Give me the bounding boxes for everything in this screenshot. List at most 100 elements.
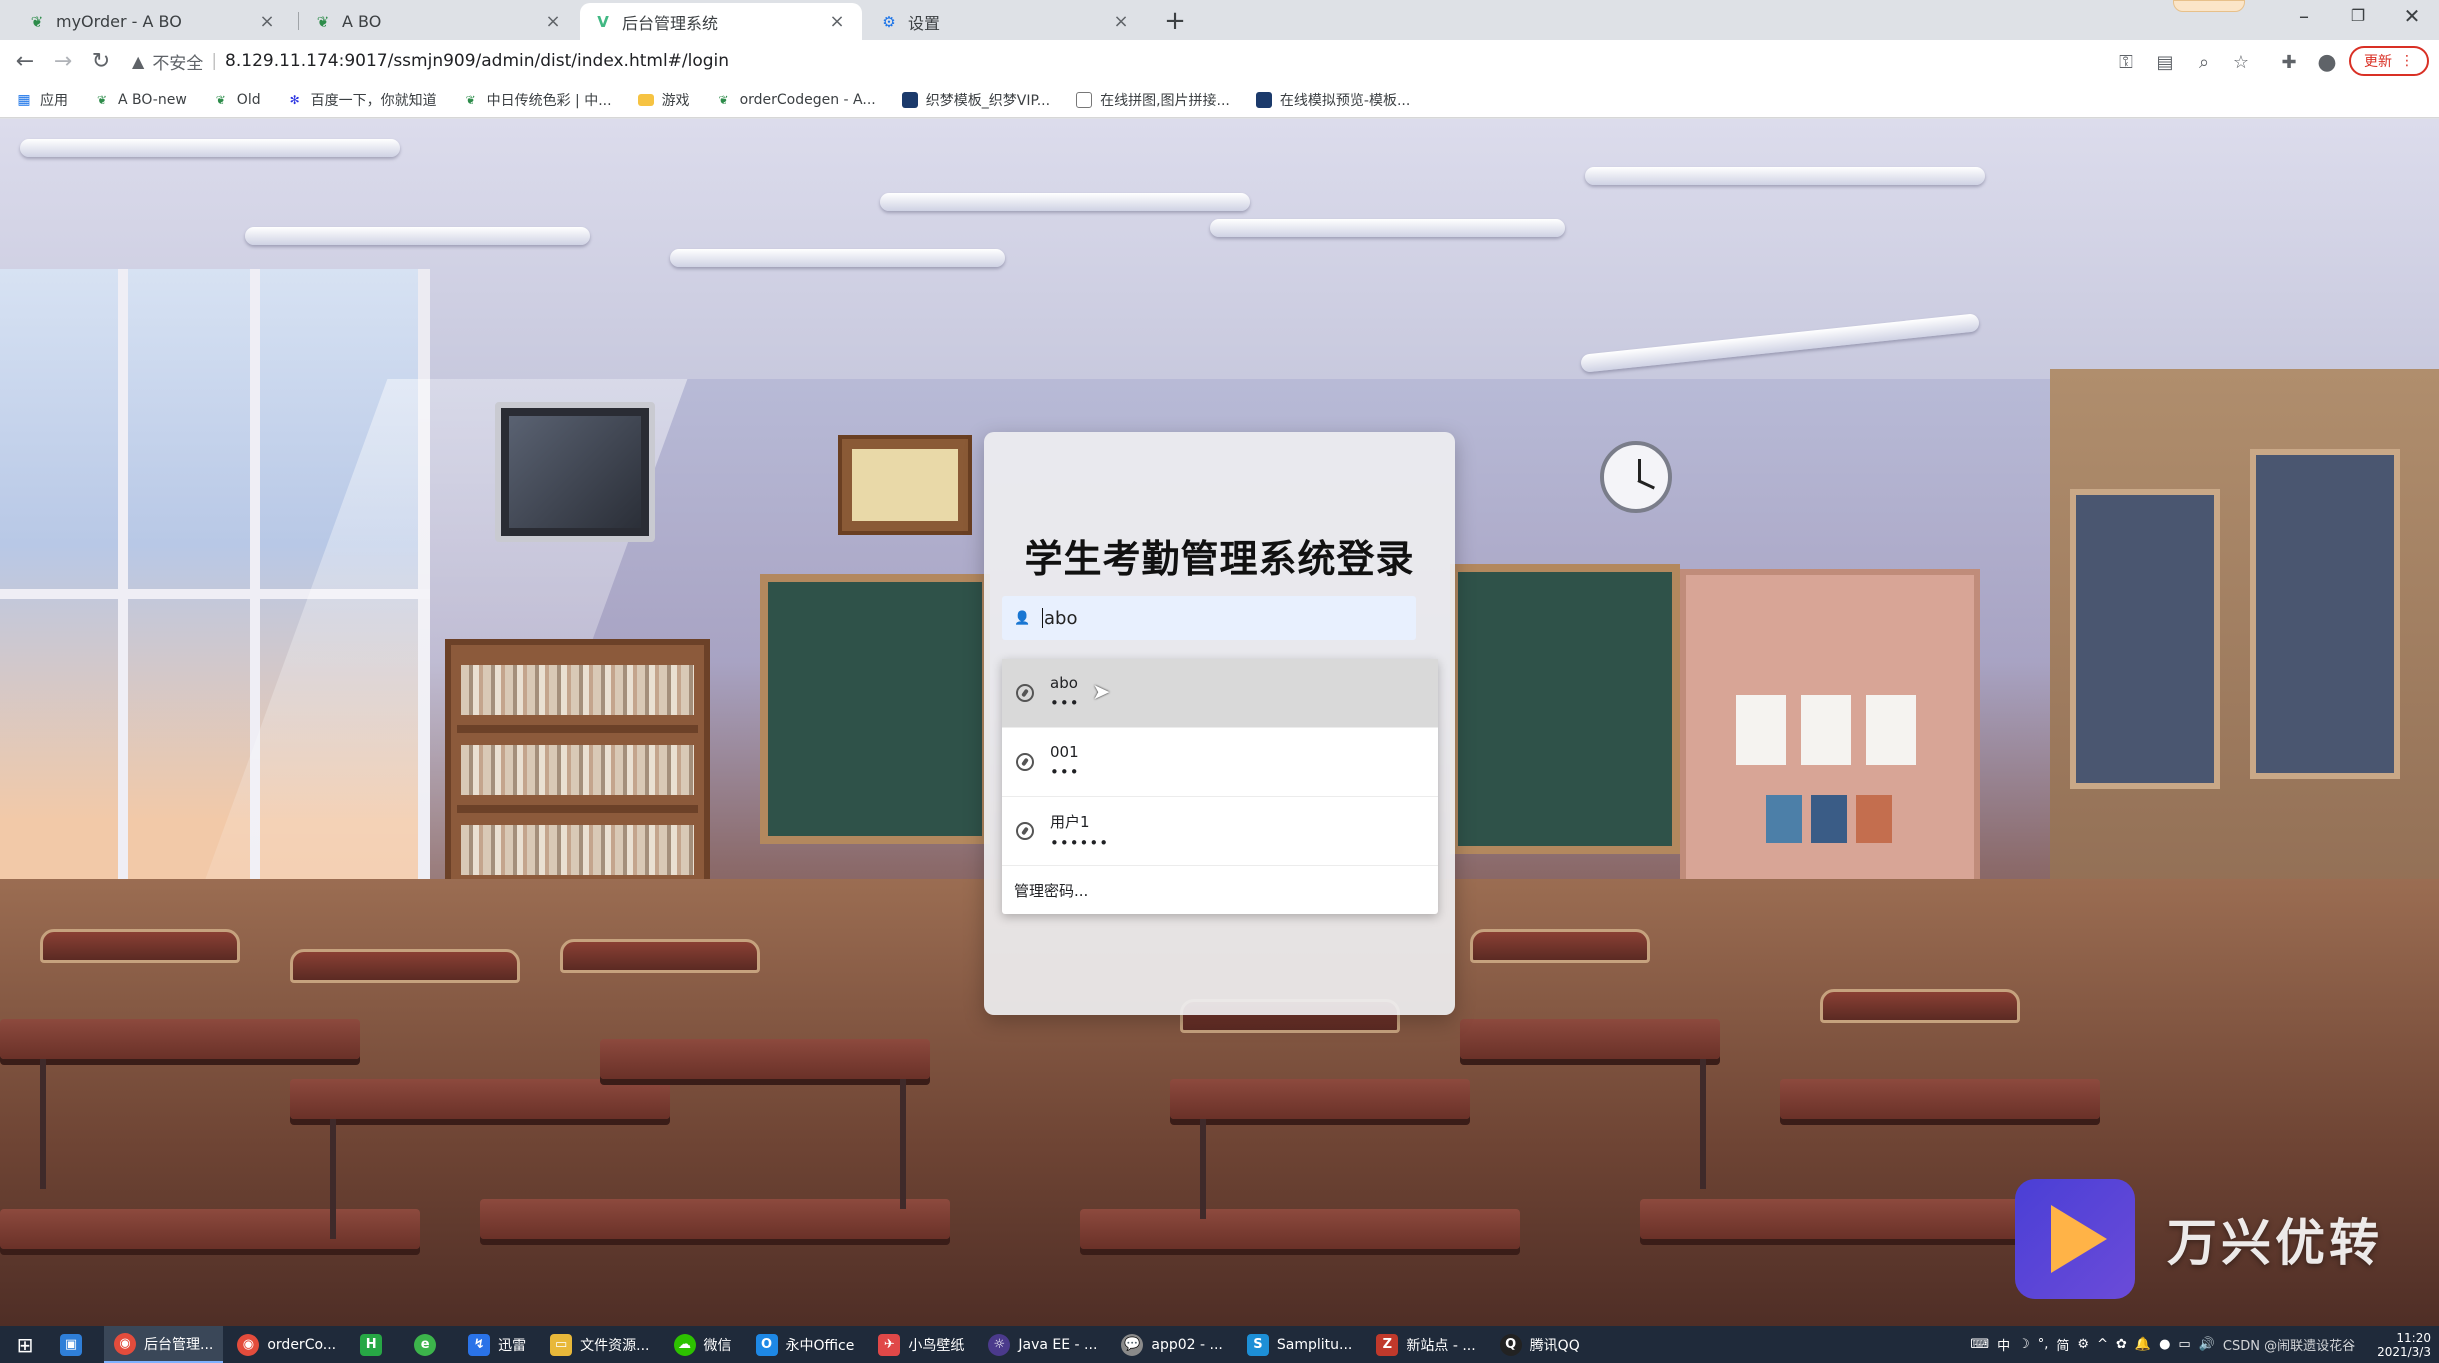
taskbar-item[interactable]: ▭ 文件资源... [540, 1326, 659, 1363]
ceiling-light [245, 227, 590, 245]
tab-strip: ❦ myOrder - A BO × ❦ A BO × V 后台管理系统 × ⚙… [0, 0, 2439, 40]
taskbar-label: 后台管理... [144, 1336, 214, 1353]
folder-icon: ▭ [550, 1333, 573, 1356]
login-title: 学生考勤管理系统登录 [1024, 537, 1415, 581]
taskbar-item[interactable]: 💬 app02 - ... [1111, 1326, 1232, 1363]
taskbar-item[interactable]: e [404, 1326, 454, 1363]
autocomplete-item[interactable]: abo ••• [1002, 659, 1438, 728]
bookmark-ordercodegen[interactable]: ❦ orderCodegen - A... [716, 92, 876, 108]
image-icon [1076, 91, 1093, 108]
update-button[interactable]: 更新 ⋮ [2349, 46, 2429, 76]
bookmark-abo-new[interactable]: ❦ A BO-new [94, 92, 187, 108]
books [461, 665, 694, 715]
close-icon[interactable]: × [826, 11, 848, 32]
forward-icon[interactable]: → [48, 46, 78, 76]
translate-icon[interactable]: ▤ [2152, 49, 2178, 75]
chat-icon: 💬 [1121, 1333, 1144, 1356]
close-icon[interactable]: × [1110, 11, 1132, 32]
tab-settings[interactable]: ⚙ 设置 × [866, 3, 1146, 40]
ime-indicator[interactable]: 中 [1997, 1335, 2010, 1354]
desk [1640, 1199, 2040, 1239]
desk [1170, 1079, 1470, 1119]
restore-icon[interactable]: ❐ [2338, 6, 2378, 25]
autocomplete-item[interactable]: 001 ••• [1002, 728, 1438, 797]
bookmark-baidu[interactable]: ✻ 百度一下，你就知道 [287, 90, 437, 110]
desk [600, 1039, 930, 1079]
taskbar-item[interactable]: O 永中Office [746, 1326, 865, 1363]
desk [1460, 1019, 1720, 1059]
windows-start-icon[interactable]: ⊞ [0, 1326, 50, 1363]
bookmark-preview[interactable]: 在线模拟预览-模板... [1255, 90, 1410, 110]
bookmark-old[interactable]: ❦ Old [213, 92, 261, 108]
apps-grid-icon: ▦ [17, 91, 31, 108]
autocomplete-item[interactable]: 用户1 •••••• [1002, 797, 1438, 866]
taskbar-item[interactable]: ✈ 小鸟壁纸 [868, 1326, 974, 1363]
bookmark-apps[interactable]: ▦ 应用 [16, 90, 68, 110]
bookmark-dedecms[interactable]: 织梦模板_织梦VIP... [901, 90, 1050, 110]
taskbar-item[interactable]: ☼ Java EE - ... [978, 1326, 1107, 1363]
clock-date: 2021/3/3 [2377, 1344, 2431, 1359]
chevron-up-icon[interactable]: ^ [2097, 1337, 2108, 1352]
blackboard [1450, 564, 1680, 854]
taskbar-item[interactable]: S Samplitu... [1237, 1326, 1362, 1363]
taskbar-item[interactable]: ◉ orderCo... [227, 1326, 346, 1363]
taskbar-item[interactable]: ☁ 微信 [664, 1326, 742, 1363]
star-icon[interactable]: ☆ [2228, 49, 2254, 75]
360-icon: e [414, 1333, 437, 1356]
tab-myorder[interactable]: ❦ myOrder - A BO × [14, 3, 292, 40]
bookmark-puzzle[interactable]: 在线拼图,图片拼接... [1076, 90, 1230, 110]
profile-indicator[interactable] [2173, 0, 2245, 12]
bookmark-colors[interactable]: ❦ 中日传统色彩 | 中... [463, 90, 612, 110]
taskbar-label: 腾讯QQ [1529, 1337, 1580, 1354]
keyboard-icon[interactable]: ⌨ [1970, 1337, 1989, 1352]
bookmark-label: 应用 [40, 92, 68, 109]
ceiling-light [1210, 219, 1565, 237]
minimize-icon[interactable]: – [2284, 4, 2324, 28]
bookmarks-bar: ▦ 应用 ❦ A BO-new ❦ Old ✻ 百度一下，你就知道 ❦ 中日传统… [0, 82, 2439, 118]
tab-admin-system[interactable]: V 后台管理系统 × [580, 3, 862, 40]
poster [1856, 795, 1892, 843]
tab-abo[interactable]: ❦ A BO × [300, 3, 578, 40]
leaf-icon: ❦ [96, 92, 108, 107]
reload-icon[interactable]: ↻ [86, 46, 116, 76]
ime-mode[interactable]: 简 [2056, 1335, 2069, 1354]
taskbar-clock[interactable]: 11:20 2021/3/3 [2369, 1331, 2431, 1359]
back-icon[interactable]: ← [10, 46, 40, 76]
key-icon[interactable]: ⚿ [2113, 49, 2139, 75]
update-label: 更新 [2364, 54, 2392, 70]
extensions-icon[interactable]: ✚ [2276, 49, 2302, 75]
taskbar-item[interactable]: Z 新站点 - ... [1366, 1326, 1485, 1363]
close-icon[interactable]: × [256, 11, 278, 32]
window-close-icon[interactable]: ✕ [2392, 4, 2432, 28]
taskbar-item[interactable]: H [350, 1326, 400, 1363]
url-text: 8.129.11.174:9017/ssmjn909/admin/dist/in… [225, 51, 730, 71]
taskbar-item[interactable]: ▣ [50, 1326, 100, 1363]
bookmark-label: Old [236, 91, 261, 108]
bookmark-games[interactable]: 游戏 [637, 90, 690, 110]
account-icon[interactable]: ● [2314, 49, 2340, 75]
settings-icon[interactable]: ⚙ [2077, 1337, 2089, 1352]
username-input[interactable]: 👤 abo [1002, 596, 1416, 640]
taskbar-item[interactable]: Q 腾讯QQ [1490, 1326, 1590, 1363]
separator: | [211, 51, 218, 71]
address-bar[interactable]: ▲ 不安全 | 8.129.11.174:9017/ssmjn909/admin… [132, 45, 2092, 77]
new-tab-button[interactable]: + [1160, 6, 1190, 36]
store-icon: ▣ [60, 1333, 82, 1356]
window-frame [118, 269, 128, 959]
close-icon[interactable]: × [542, 11, 564, 32]
tray-app-icon[interactable]: ● [2159, 1337, 2170, 1352]
tray-app-icon[interactable]: ✿ [2116, 1337, 2127, 1352]
bookmark-label: 百度一下，你就知道 [310, 92, 437, 109]
tab-title: A BO [342, 12, 382, 31]
taskbar-item[interactable]: ↯ 迅雷 [458, 1326, 536, 1363]
zoom-icon[interactable]: ⌕ [2191, 49, 2217, 75]
ceiling-light [1585, 167, 1985, 185]
manage-passwords-link[interactable]: 管理密码... [1002, 866, 1438, 914]
key-icon [1016, 684, 1034, 702]
notification-icon[interactable]: 🔔 [2135, 1337, 2151, 1352]
network-icon[interactable]: ▭ [2178, 1337, 2190, 1352]
taskbar-item[interactable]: ◉ 后台管理... [104, 1326, 224, 1363]
desk [1780, 1079, 2100, 1119]
volume-icon[interactable]: 🔊 [2199, 1337, 2215, 1352]
saved-password-mask: ••• [1050, 694, 1080, 712]
